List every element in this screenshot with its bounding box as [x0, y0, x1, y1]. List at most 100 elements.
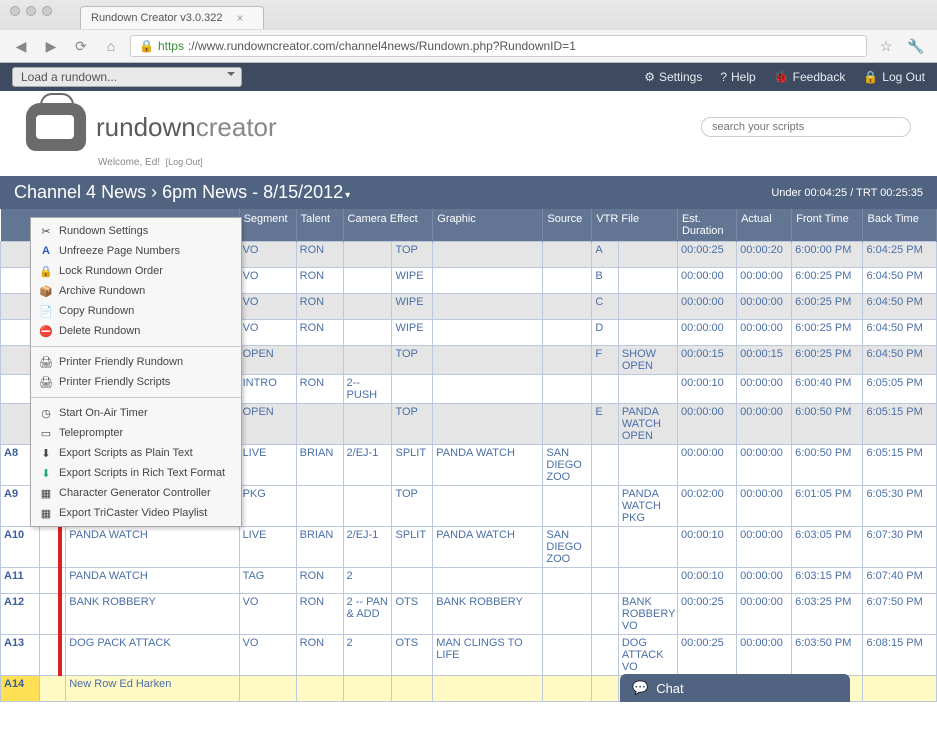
file-cell[interactable] [618, 527, 677, 568]
est-cell[interactable]: 00:00:00 [677, 404, 736, 445]
page-cell[interactable]: A12 [1, 594, 40, 635]
front-cell[interactable]: 6:03:25 PM [792, 594, 863, 635]
effect-cell[interactable]: OTS [392, 635, 433, 676]
effect-cell[interactable]: WIPE [392, 268, 433, 294]
back-cell[interactable]: 6:07:40 PM [863, 568, 937, 594]
graphic-cell[interactable] [433, 268, 543, 294]
talent-cell[interactable]: RON [296, 294, 343, 320]
source-cell[interactable] [543, 568, 592, 594]
actual-cell[interactable]: 00:00:20 [737, 242, 792, 268]
est-cell[interactable]: 00:00:10 [677, 527, 736, 568]
segment-cell[interactable]: INTRO [239, 375, 296, 404]
back-cell[interactable]: 6:04:50 PM [863, 346, 937, 375]
search-input[interactable] [701, 117, 911, 137]
front-cell[interactable]: 6:03:50 PM [792, 635, 863, 676]
graphic-cell[interactable] [433, 486, 543, 527]
source-cell[interactable] [543, 294, 592, 320]
load-rundown-select[interactable]: Load a rundown... [12, 67, 242, 87]
file-cell[interactable]: PANDA WATCH OPEN [618, 404, 677, 445]
vtr-cell[interactable] [592, 594, 619, 635]
file-cell[interactable] [618, 320, 677, 346]
back-cell[interactable]: 6:05:05 PM [863, 375, 937, 404]
actual-cell[interactable]: 00:00:00 [737, 320, 792, 346]
source-cell[interactable] [543, 486, 592, 527]
back-cell[interactable]: 6:08:15 PM [863, 635, 937, 676]
page-cell[interactable]: A13 [1, 635, 40, 676]
back-cell[interactable]: 6:05:15 PM [863, 404, 937, 445]
graphic-cell[interactable] [433, 294, 543, 320]
graphic-cell[interactable]: BANK ROBBERY [433, 594, 543, 635]
camera-cell[interactable] [343, 404, 392, 445]
nav-back-icon[interactable]: ◀ [10, 36, 32, 56]
segment-cell[interactable]: VO [239, 635, 296, 676]
menu-unfreeze[interactable]: AUnfreeze Page Numbers [31, 241, 241, 261]
talent-cell[interactable] [296, 676, 343, 702]
camera-cell[interactable]: 2 [343, 635, 392, 676]
est-cell[interactable]: 00:00:25 [677, 635, 736, 676]
source-cell[interactable] [543, 268, 592, 294]
talent-cell[interactable]: RON [296, 268, 343, 294]
source-cell[interactable] [543, 242, 592, 268]
est-cell[interactable]: 00:00:00 [677, 445, 736, 486]
menu-copy[interactable]: 📄Copy Rundown [31, 301, 241, 321]
camera-cell[interactable]: 2/EJ-1 [343, 527, 392, 568]
camera-cell[interactable] [343, 242, 392, 268]
source-cell[interactable] [543, 320, 592, 346]
graphic-cell[interactable] [433, 676, 543, 702]
effect-cell[interactable]: OTS [392, 594, 433, 635]
vtr-cell[interactable] [592, 375, 619, 404]
front-cell[interactable]: 6:00:25 PM [792, 268, 863, 294]
talent-cell[interactable]: RON [296, 568, 343, 594]
segment-cell[interactable]: VO [239, 268, 296, 294]
effect-cell[interactable]: TOP [392, 486, 433, 527]
effect-cell[interactable]: WIPE [392, 320, 433, 346]
effect-cell[interactable]: TOP [392, 242, 433, 268]
back-cell[interactable]: 6:05:15 PM [863, 445, 937, 486]
nav-home-icon[interactable]: ⌂ [100, 36, 122, 56]
nav-forward-icon[interactable]: ▶ [40, 36, 62, 56]
file-cell[interactable]: DOG ATTACK VO [618, 635, 677, 676]
menu-export-rtf[interactable]: ⬇Export Scripts in Rich Text Format [31, 463, 241, 483]
actual-cell[interactable]: 00:00:00 [737, 404, 792, 445]
camera-cell[interactable]: 2--PUSH [343, 375, 392, 404]
page-cell[interactable]: A11 [1, 568, 40, 594]
effect-cell[interactable]: WIPE [392, 294, 433, 320]
talent-cell[interactable]: RON [296, 375, 343, 404]
est-cell[interactable]: 00:00:10 [677, 568, 736, 594]
back-cell[interactable]: 6:04:50 PM [863, 294, 937, 320]
est-cell[interactable]: 00:00:00 [677, 320, 736, 346]
segment-cell[interactable]: VO [239, 594, 296, 635]
welcome-logout-link[interactable]: [Log Out] [166, 157, 203, 167]
spacer-cell[interactable] [39, 676, 66, 702]
actual-cell[interactable]: 00:00:15 [737, 346, 792, 375]
actual-cell[interactable]: 00:00:00 [737, 527, 792, 568]
source-cell[interactable] [543, 676, 592, 702]
front-cell[interactable]: 6:00:50 PM [792, 445, 863, 486]
tab-close-icon[interactable]: × [236, 11, 243, 25]
est-cell[interactable]: 00:00:00 [677, 268, 736, 294]
back-cell[interactable]: 6:05:30 PM [863, 486, 937, 527]
actual-cell[interactable]: 00:00:00 [737, 635, 792, 676]
graphic-cell[interactable] [433, 404, 543, 445]
back-cell[interactable]: 6:07:50 PM [863, 594, 937, 635]
slug-cell[interactable]: PANDA WATCH [66, 527, 239, 568]
camera-cell[interactable] [343, 320, 392, 346]
table-row[interactable]: A13 DOG PACK ATTACKVORON2OTSMAN CLINGS T… [1, 635, 937, 676]
front-cell[interactable]: 6:00:40 PM [792, 375, 863, 404]
menu-delete[interactable]: ⛔Delete Rundown [31, 321, 241, 341]
file-cell[interactable] [618, 568, 677, 594]
menu-cg-controller[interactable]: ▦Character Generator Controller [31, 483, 241, 503]
back-cell[interactable]: 6:04:25 PM [863, 242, 937, 268]
page-cell[interactable]: A14 [1, 676, 40, 702]
est-cell[interactable]: 00:02:00 [677, 486, 736, 527]
est-cell[interactable]: 00:00:15 [677, 346, 736, 375]
back-cell[interactable]: 6:04:50 PM [863, 268, 937, 294]
settings-link[interactable]: ⚙Settings [644, 70, 702, 84]
camera-cell[interactable] [343, 486, 392, 527]
talent-cell[interactable]: RON [296, 242, 343, 268]
segment-cell[interactable]: VO [239, 242, 296, 268]
effect-cell[interactable]: SPLIT [392, 445, 433, 486]
source-cell[interactable]: SAN DIEGO ZOO [543, 527, 592, 568]
menu-lock-order[interactable]: 🔒Lock Rundown Order [31, 261, 241, 281]
slug-cell[interactable]: New Row Ed Harken [66, 676, 239, 702]
